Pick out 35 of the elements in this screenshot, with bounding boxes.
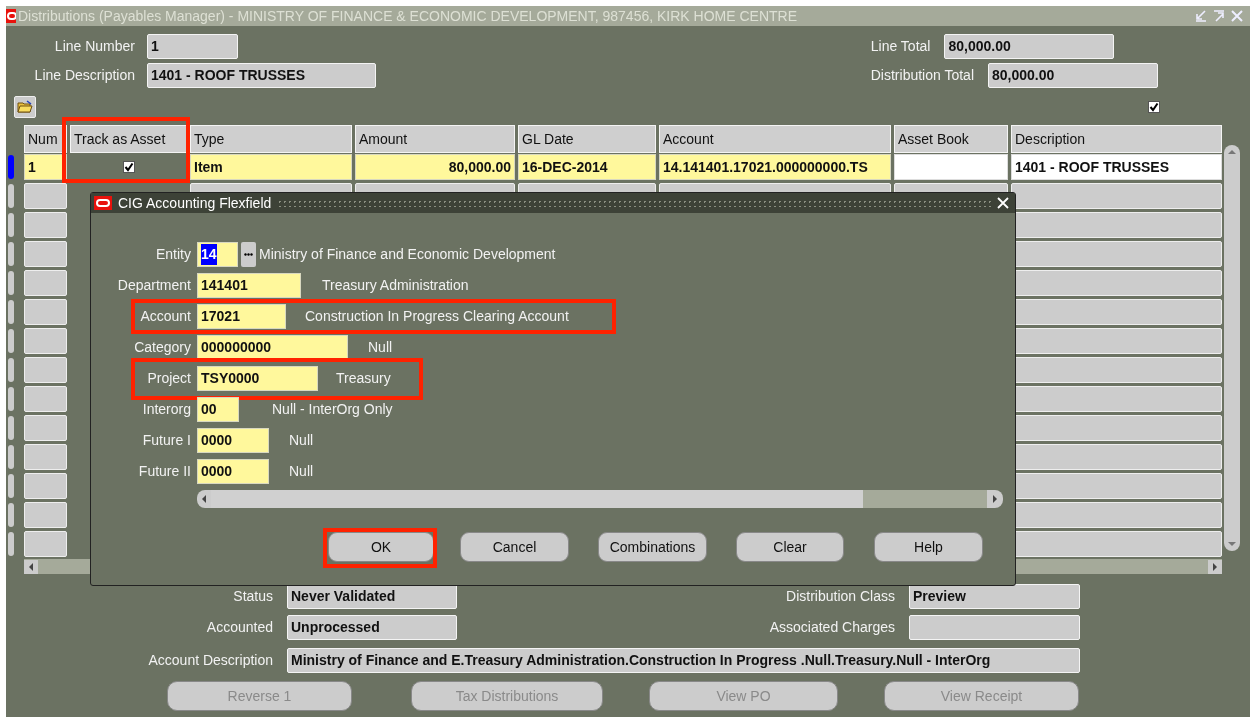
field-label: Line Total — [870, 37, 931, 56]
column-header: Amount — [355, 125, 515, 153]
field-label: Account Description — [147, 651, 273, 670]
segment-label: Account — [139, 307, 191, 326]
segment-label: Category — [133, 338, 191, 357]
column-header: Track as Asset — [70, 125, 187, 153]
column-header: GL Date — [518, 125, 656, 153]
segment-label: Project — [146, 369, 191, 388]
segment-label: Department — [116, 276, 191, 295]
segment-label: Interorg — [141, 400, 191, 419]
segment-description: Null — [289, 431, 314, 450]
column-header: Account — [659, 125, 891, 153]
segment-description: Construction In Progress Clearing Account — [305, 307, 569, 326]
field-label: Distribution Total — [870, 66, 974, 85]
column-header: Asset Book — [894, 125, 1008, 153]
dialog-title: CIG Accounting Flexfield — [118, 193, 272, 213]
column-header: Description — [1011, 125, 1222, 153]
segment-label: Future II — [137, 462, 191, 481]
field-label: Associated Charges — [768, 618, 895, 637]
segment-description: Null - InterOrg Only — [272, 400, 393, 419]
segment-description: Ministry of Finance and Economic Development — [259, 245, 556, 264]
field-label: Accounted — [205, 618, 273, 637]
segment-description: Treasury Administration — [322, 276, 469, 295]
column-header: Num — [24, 125, 67, 153]
column-header: Type — [190, 125, 352, 153]
segment-label: Entity — [155, 245, 191, 264]
field-label: Line Description — [33, 66, 135, 85]
field-label: Status — [232, 587, 273, 606]
segment-description: Treasury — [336, 369, 391, 388]
segment-description: Null — [368, 338, 393, 357]
field-label: Line Number — [53, 37, 135, 56]
segment-label: Future I — [141, 431, 191, 450]
window-title: Distributions (Payables Manager) - MINISTRY OF FINANCE & ECONOMIC DEVELOPMENT, 987456, KIRK HOME CENTRE — [18, 6, 798, 26]
segment-description: Null — [289, 462, 314, 481]
field-label: Distribution Class — [785, 587, 895, 606]
